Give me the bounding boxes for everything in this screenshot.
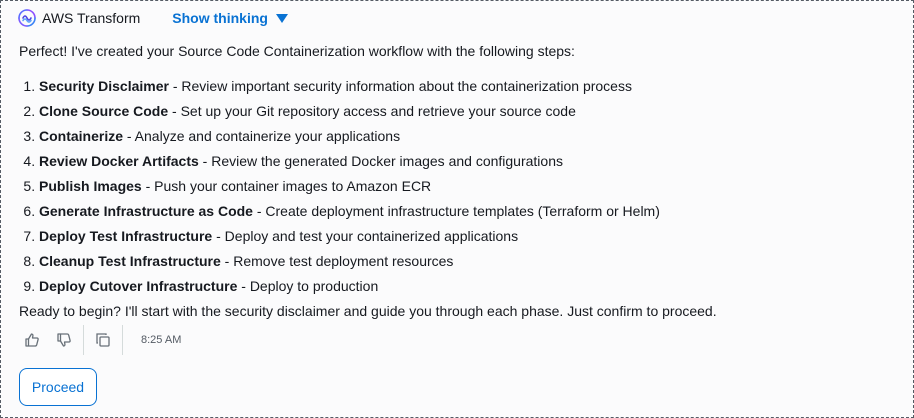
step-description: - Review important security information … — [168, 78, 632, 94]
list-item: Review Docker Artifacts - Review the gen… — [39, 149, 903, 174]
list-item: Publish Images - Push your container ima… — [39, 174, 903, 199]
step-title: Cleanup Test Infrastructure — [39, 253, 221, 269]
list-item: Clone Source Code - Set up your Git repo… — [39, 99, 903, 124]
step-description: - Remove test deployment resources — [220, 253, 454, 269]
step-description: - Analyze and containerize your applicat… — [123, 128, 401, 144]
list-item: Deploy Cutover Infrastructure - Deploy t… — [39, 274, 903, 299]
message-body: Perfect! I've created your Source Code C… — [19, 39, 903, 324]
step-title: Publish Images — [39, 178, 142, 194]
divider — [122, 325, 123, 355]
step-description: - Push your container images to Amazon E… — [141, 178, 432, 194]
step-title: Containerize — [39, 128, 124, 144]
message-outro: Ready to begin? I'll start with the secu… — [19, 303, 717, 319]
show-thinking-label: Show thinking — [172, 10, 268, 26]
step-title: Review Docker Artifacts — [39, 153, 199, 169]
step-title: Security Disclaimer — [39, 78, 169, 94]
step-title: Clone Source Code — [39, 103, 169, 119]
list-item: Deploy Test Infrastructure - Deploy and … — [39, 224, 903, 249]
step-description: - Set up your Git repository access and … — [168, 103, 576, 119]
step-description: - Deploy to production — [237, 278, 379, 294]
proceed-button[interactable]: Proceed — [19, 368, 97, 406]
step-title: Generate Infrastructure as Code — [39, 203, 253, 219]
step-description: - Review the generated Docker images and… — [198, 153, 563, 169]
step-description: - Create deployment infrastructure templ… — [252, 203, 660, 219]
thumbs-down-icon[interactable] — [55, 331, 73, 349]
step-description: - Deploy and test your containerized app… — [212, 228, 519, 244]
thumbs-up-icon[interactable] — [23, 331, 41, 349]
aws-transform-logo-icon — [17, 8, 37, 28]
step-title: Deploy Test Infrastructure — [39, 228, 213, 244]
show-thinking-toggle[interactable]: Show thinking — [172, 10, 288, 26]
divider — [83, 325, 84, 355]
step-title: Deploy Cutover Infrastructure — [39, 278, 238, 294]
list-item: Cleanup Test Infrastructure - Remove tes… — [39, 249, 903, 274]
caret-down-icon — [275, 13, 288, 23]
brand-name: AWS Transform — [42, 10, 141, 26]
copy-icon[interactable] — [94, 331, 112, 349]
message-timestamp: 8:25 AM — [141, 334, 182, 346]
workflow-steps-list: Security Disclaimer - Review important s… — [19, 74, 903, 299]
message-intro: Perfect! I've created your Source Code C… — [19, 43, 575, 59]
message-header: AWS Transform Show thinking — [17, 7, 288, 29]
list-item: Generate Infrastructure as Code - Create… — [39, 199, 903, 224]
chat-message-panel: AWS Transform Show thinking Perfect! I'v… — [0, 0, 914, 418]
message-actions: 8:25 AM — [23, 325, 181, 355]
list-item: Security Disclaimer - Review important s… — [39, 74, 903, 99]
list-item: Containerize - Analyze and containerize … — [39, 124, 903, 149]
